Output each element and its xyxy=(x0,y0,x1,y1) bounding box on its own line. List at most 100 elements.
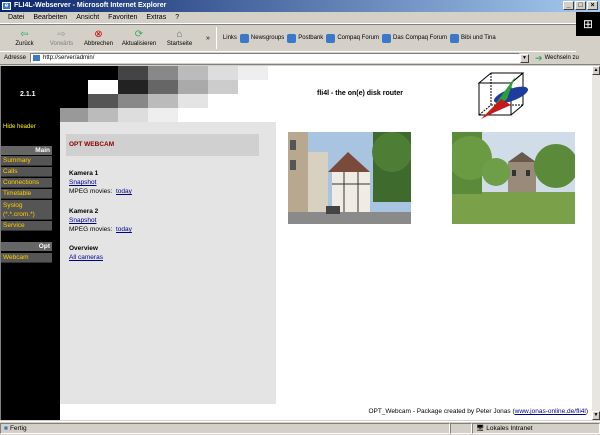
camera-2-block: Kamera 2 Snapshot MPEG movies: today xyxy=(69,207,132,234)
link-page-icon xyxy=(382,33,391,43)
footer-link[interactable]: www.jonas-online.de/fli4l xyxy=(515,408,586,415)
page-done-icon: ■ xyxy=(4,425,8,432)
link-newsgroups[interactable]: Newsgroups xyxy=(239,33,284,43)
minimize-button[interactable]: _ xyxy=(563,1,574,10)
toolbar-separator xyxy=(215,27,217,49)
link-bibi-und-tina[interactable]: Bibi und Tina xyxy=(450,33,496,43)
home-button[interactable]: ⌂ Startseite xyxy=(161,29,198,47)
link-page-icon xyxy=(287,33,297,43)
link-postbank[interactable]: Postbank xyxy=(287,33,323,43)
status-bar: ■ Fertig 🖥 Lokales Intranet xyxy=(0,421,600,435)
header-tile xyxy=(238,66,268,80)
go-button[interactable]: ➔ Wechseln zu xyxy=(535,53,579,64)
header-tile xyxy=(118,94,148,108)
mpeg-label: MPEG movies: xyxy=(69,188,113,195)
menu-tools[interactable]: Extras xyxy=(146,14,166,21)
link-compaq-forum[interactable]: Compaq Forum xyxy=(326,33,379,43)
camera-title: Kamera 1 xyxy=(69,170,99,177)
forward-button[interactable]: ⇨ Vorwärts xyxy=(43,29,80,47)
address-label: Adresse xyxy=(4,55,27,61)
refresh-icon: ⟳ xyxy=(134,29,144,40)
header-tile xyxy=(148,94,178,108)
close-button[interactable]: × xyxy=(587,1,598,10)
header-tile xyxy=(88,66,118,80)
section-title: OPT WEBCAM xyxy=(66,134,259,156)
menu-file[interactable]: Datei xyxy=(8,14,24,21)
maximize-button[interactable]: □ xyxy=(575,1,586,10)
vertical-scrollbar[interactable]: ▲ ▼ xyxy=(591,66,600,420)
menu-view[interactable]: Ansicht xyxy=(76,14,99,21)
more-chevron[interactable]: » xyxy=(206,35,210,42)
camera-1-image[interactable] xyxy=(288,132,411,224)
header-tile xyxy=(118,80,148,94)
status-text-cell: ■ Fertig xyxy=(0,423,450,434)
nav-item-webcam[interactable]: Webcam xyxy=(1,253,52,263)
link-page-icon xyxy=(239,33,249,43)
refresh-button[interactable]: ⟳ Aktualisieren xyxy=(117,29,161,47)
header-tile xyxy=(208,80,238,94)
header-tile xyxy=(208,66,238,80)
nav-item-timetable[interactable]: Timetable xyxy=(1,189,52,199)
header-tile xyxy=(88,108,118,122)
scroll-up-button[interactable]: ▲ xyxy=(592,66,600,75)
nav-item-syslog[interactable]: Syslog (*.*.crom.*) xyxy=(1,200,52,220)
mpeg-label: MPEG movies: xyxy=(69,226,113,233)
windows-logo-icon: ⊞ xyxy=(576,12,600,36)
all-cameras-link[interactable]: All cameras xyxy=(69,254,103,261)
stop-button[interactable]: ⊗ Abbrechen xyxy=(80,29,117,47)
overview-block: Overview All cameras xyxy=(69,244,103,262)
camera-1-today-link[interactable]: today xyxy=(116,188,132,195)
intranet-icon: 🖥 xyxy=(476,425,485,432)
address-input[interactable]: http://server/admin/ xyxy=(30,53,521,63)
nav-item-connections[interactable]: Connections xyxy=(1,178,52,188)
header-tile xyxy=(178,66,208,80)
header-tile xyxy=(148,108,178,122)
nav-item-summary[interactable]: Summary xyxy=(1,156,52,166)
header-tile xyxy=(178,94,208,108)
nav-item-calls[interactable]: Calls xyxy=(1,167,52,177)
toolbar: ⇦ Zurück ⇨ Vorwärts ⊗ Abbrechen ⟳ Aktual… xyxy=(0,24,576,52)
header-tile xyxy=(118,108,148,122)
camera-2-image[interactable] xyxy=(452,132,575,224)
hide-header-link[interactable]: Hide header xyxy=(3,124,36,130)
header-tile xyxy=(118,66,148,80)
overview-title: Overview xyxy=(69,245,98,252)
header-tile xyxy=(178,80,208,94)
fli4l-cube-logo xyxy=(477,72,529,119)
page-icon xyxy=(33,55,41,61)
back-button[interactable]: ⇦ Zurück xyxy=(6,29,43,47)
address-bar: Adresse http://server/admin/ ▼ ➔ Wechsel… xyxy=(0,52,600,65)
header-tile xyxy=(148,66,178,80)
link-das-compaq-forum[interactable]: Das Compaq Forum xyxy=(382,33,447,43)
ie-icon: e xyxy=(2,2,11,10)
title-bar: e FLI4L-Webserver - Microsoft Internet E… xyxy=(0,0,600,12)
nav-main-heading: Main xyxy=(1,146,52,155)
links-bar: Links Newsgroups Postbank Compaq Forum D… xyxy=(222,33,496,43)
menu-help[interactable]: ? xyxy=(175,14,179,21)
status-cell xyxy=(450,423,472,434)
nav-item-service[interactable]: Service xyxy=(1,221,52,231)
version-label: 2.1.1 xyxy=(20,91,36,98)
webcam-panel xyxy=(60,122,276,404)
menu-edit[interactable]: Bearbeiten xyxy=(33,14,67,21)
window-title: FLI4L-Webserver - Microsoft Internet Exp… xyxy=(14,2,167,9)
address-dropdown-button[interactable]: ▼ xyxy=(520,53,530,63)
stop-icon: ⊗ xyxy=(94,29,103,40)
header-tile xyxy=(148,80,178,94)
camera-2-today-link[interactable]: today xyxy=(116,226,132,233)
scroll-down-button[interactable]: ▼ xyxy=(592,411,600,420)
camera-1-snapshot-link[interactable]: Snapshot xyxy=(69,179,96,186)
home-icon: ⌂ xyxy=(176,29,183,40)
links-label: Links xyxy=(222,35,237,41)
page-title: fli4l - the on(e) disk router xyxy=(317,90,403,97)
link-page-icon xyxy=(326,33,336,43)
camera-1-block: Kamera 1 Snapshot MPEG movies: today xyxy=(69,169,132,196)
camera-2-snapshot-link[interactable]: Snapshot xyxy=(69,217,96,224)
forward-arrow-icon: ⇨ xyxy=(57,29,66,40)
footer-text: OPT_Webcam - Package created by Peter Jo… xyxy=(368,408,515,415)
go-arrow-icon: ➔ xyxy=(535,52,543,63)
header-tile xyxy=(60,108,88,122)
page-footer: OPT_Webcam - Package created by Peter Jo… xyxy=(60,404,591,420)
menu-favorites[interactable]: Favoriten xyxy=(108,14,137,21)
camera-title: Kamera 2 xyxy=(69,208,99,215)
